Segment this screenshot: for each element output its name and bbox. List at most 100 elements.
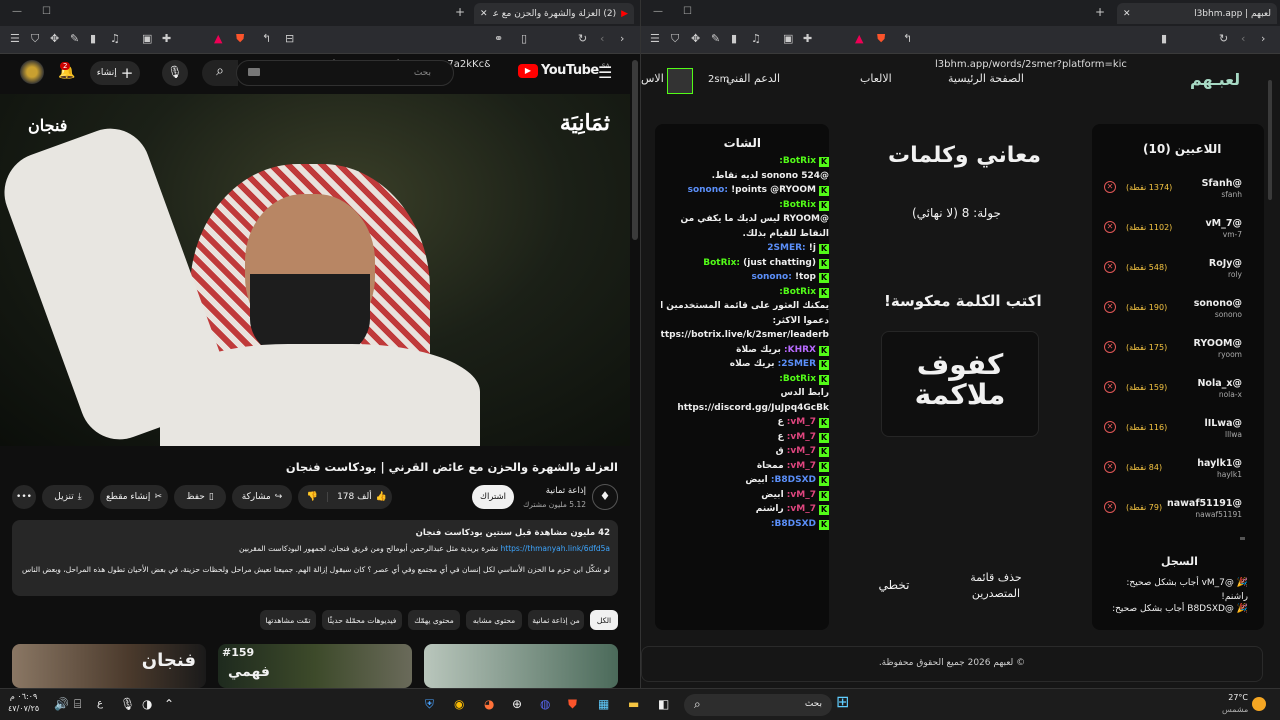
remove-player-icon[interactable]: ✕ xyxy=(1104,421,1116,433)
discord-icon[interactable]: ◍ xyxy=(540,697,550,711)
subscribe-button[interactable]: اشتراك xyxy=(472,485,514,509)
dislike-button[interactable]: 👎 xyxy=(298,492,328,502)
microphone-icon[interactable]: 🎙 xyxy=(120,697,135,711)
minimize-icon[interactable]: — xyxy=(653,6,663,17)
chrome-icon[interactable]: ◉ xyxy=(454,697,464,711)
share-page-icon[interactable]: ↰ xyxy=(903,33,912,45)
new-tab-button[interactable]: + xyxy=(455,5,465,19)
remove-player-icon[interactable]: ✕ xyxy=(1104,301,1116,313)
language-indicator[interactable]: ع xyxy=(97,697,103,711)
clock[interactable]: ٠٦:٠٩ م ٤٧/٠٧/٢٥ xyxy=(8,691,39,715)
alert-icon[interactable]: ▲ xyxy=(214,33,222,45)
taskbar-search[interactable]: بحث ⌕ xyxy=(684,694,832,716)
chat-username[interactable]: BotRix: xyxy=(779,287,816,297)
thumbnail-1[interactable]: فنجان xyxy=(12,644,206,688)
remove-player-icon[interactable]: ✕ xyxy=(1104,261,1116,273)
chat-username[interactable]: BotRix: xyxy=(703,258,740,268)
task-view-icon[interactable]: ◧ xyxy=(658,697,669,711)
tab-youtube[interactable]: ▶ (2) العزلة والشهرة والحزن مع عا ✕ xyxy=(474,3,634,24)
avatar[interactable] xyxy=(20,60,44,84)
weather-widget[interactable]: 27°C مشمس xyxy=(1222,692,1248,716)
nav-games[interactable]: الالعاب xyxy=(860,72,892,85)
chat-username[interactable]: sonono: xyxy=(688,185,728,195)
new-tab-button[interactable]: + xyxy=(1095,5,1105,19)
bookmark-icon[interactable]: ▮ xyxy=(1161,33,1167,45)
clip-button[interactable]: إنشاء مقطع ✂ xyxy=(100,485,168,509)
maximize-icon[interactable]: ☐ xyxy=(683,6,692,17)
description-link[interactable]: https://thmanyah.link/6dfd5a xyxy=(501,544,611,553)
thumbnail-3[interactable] xyxy=(424,644,618,688)
chat-username[interactable]: KHRX: xyxy=(784,345,816,355)
remove-player-icon[interactable]: ✕ xyxy=(1104,501,1116,513)
user-avatar[interactable] xyxy=(667,68,693,94)
site-info-icon[interactable]: ⊟ xyxy=(285,33,294,45)
tab-l3bhm[interactable]: لعبهم | l3bhm.app ✕ xyxy=(1117,3,1277,24)
shield-icon[interactable]: ⛉ xyxy=(671,33,679,45)
menu-icon[interactable]: ☰ xyxy=(10,33,20,45)
chat-username[interactable]: BotRix: xyxy=(779,156,816,166)
chip-all[interactable]: الكل xyxy=(590,610,618,630)
steam-icon[interactable]: ⊕ xyxy=(512,697,522,711)
channel-name[interactable]: إذاعة ثمانية xyxy=(546,486,586,496)
voice-search-button[interactable]: 🎙 xyxy=(162,60,188,86)
link-icon[interactable]: ⚭ xyxy=(494,33,503,45)
remove-player-icon[interactable]: ✕ xyxy=(1104,181,1116,193)
network-icon[interactable]: ⌸ xyxy=(74,697,81,711)
nav-more[interactable]: الاس xyxy=(641,72,664,85)
nav-home[interactable]: الصفحة الرئيسية xyxy=(948,72,1024,85)
folder-icon[interactable]: ▬ xyxy=(628,697,639,711)
chip-watched[interactable]: تمّت مشاهدتها xyxy=(260,610,316,630)
download-button[interactable]: تنزيل ⤓ xyxy=(42,485,94,509)
screenshot-icon[interactable]: ▣ xyxy=(142,33,152,45)
chip-for-you[interactable]: محتوى يهمّك xyxy=(408,610,460,630)
video-player[interactable]: ثمَانِيَة فنجان xyxy=(0,94,630,446)
nav-support[interactable]: الدعم الفني xyxy=(726,72,780,85)
page-scrollbar[interactable] xyxy=(1268,80,1272,200)
forward-icon[interactable]: › xyxy=(620,33,624,45)
remove-player-icon[interactable]: ✕ xyxy=(1104,341,1116,353)
shield-app-icon[interactable]: ⛨ xyxy=(425,697,434,711)
chat-username[interactable]: sonono: xyxy=(751,272,791,282)
back-icon[interactable]: ‹ xyxy=(1241,33,1245,45)
remove-player-icon[interactable]: ✕ xyxy=(1104,381,1116,393)
sidebar-icon[interactable]: ▮ xyxy=(731,33,737,45)
remove-player-icon[interactable]: ✕ xyxy=(1104,461,1116,473)
chip-from-channel[interactable]: من إذاعة ثمانية xyxy=(528,610,584,630)
menu-icon[interactable]: ☰ xyxy=(650,33,660,45)
chat-username[interactable]: B8DSXD: xyxy=(771,475,816,485)
youtube-logo[interactable]: ▶ YouTube SA xyxy=(518,63,610,78)
chip-recently-uploaded[interactable]: فيديوهات محمّلة حديثًا xyxy=(322,610,402,630)
back-icon[interactable]: ‹ xyxy=(600,33,604,45)
chat-username[interactable]: 2SMER: xyxy=(778,359,816,369)
guide-menu-icon[interactable]: ☰ xyxy=(598,63,612,82)
chat-username[interactable]: vM_7: xyxy=(787,417,816,427)
save-button[interactable]: حفظ ▯ xyxy=(174,485,226,509)
close-tab-icon[interactable]: ✕ xyxy=(1123,9,1131,19)
firefox-icon[interactable]: ◕ xyxy=(484,697,494,711)
speaker-icon[interactable]: 🔊 xyxy=(54,697,69,711)
store-icon[interactable]: ▦ xyxy=(598,697,609,711)
more-actions-button[interactable]: ••• xyxy=(12,485,36,509)
chat-username[interactable]: vM_7: xyxy=(787,490,816,500)
close-tab-icon[interactable]: ✕ xyxy=(480,9,488,19)
remove-player-icon[interactable]: ✕ xyxy=(1104,221,1116,233)
minimize-icon[interactable]: — xyxy=(12,6,22,17)
create-button[interactable]: + إنشاء xyxy=(90,61,140,85)
video-description[interactable]: 42 مليون مشاهدة قبل سنتين بودكاست فنجان … xyxy=(12,520,618,596)
skip-button[interactable]: تخطي xyxy=(870,578,918,592)
players-scrollbar[interactable] xyxy=(1240,537,1245,540)
windows-start-icon[interactable]: ⊞ xyxy=(836,694,849,710)
channel-avatar[interactable]: ♦ xyxy=(592,484,618,510)
keyboard-icon[interactable] xyxy=(248,68,260,76)
share-button[interactable]: مشاركة ↪ xyxy=(232,485,292,509)
brave-shield-icon[interactable]: ⛊ xyxy=(877,33,885,45)
clear-leaderboard-button[interactable]: حذف قائمة المتصدرين xyxy=(958,570,1034,602)
forward-icon[interactable]: › xyxy=(1261,33,1265,45)
music-icon[interactable]: ♫ xyxy=(751,33,761,45)
edit-icon[interactable]: ✎ xyxy=(70,33,79,45)
chat-username[interactable]: vM_7: xyxy=(787,504,816,514)
puzzle-icon[interactable]: ✚ xyxy=(803,33,812,45)
search-button[interactable]: ⌕ xyxy=(202,60,238,86)
reload-icon[interactable]: ↻ xyxy=(578,33,587,45)
page-scrollbar[interactable] xyxy=(632,60,638,240)
